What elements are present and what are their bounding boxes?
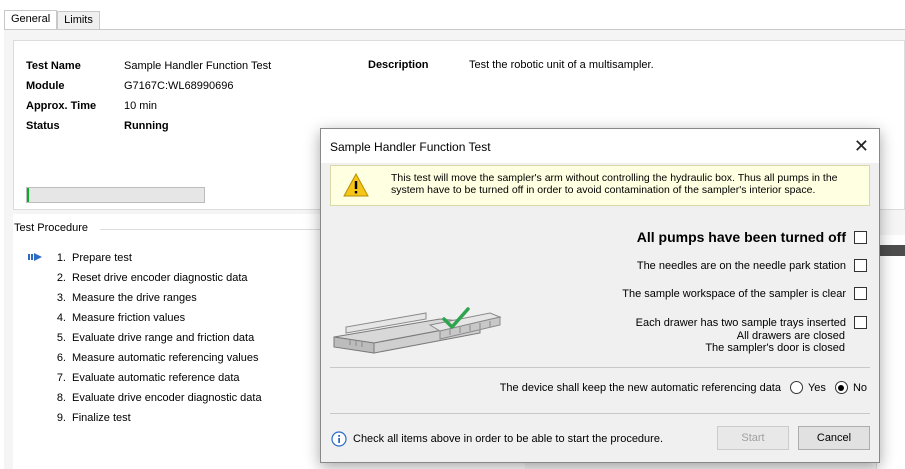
drawer-extra-lines: All drawers are closed The sampler's doo… xyxy=(705,330,845,354)
check-drawers-row: Each drawer has two sample trays inserte… xyxy=(636,316,867,329)
close-icon[interactable]: ✕ xyxy=(854,136,869,157)
check-pumps-checkbox[interactable] xyxy=(854,230,867,244)
door-closed-label: The sampler's door is closed xyxy=(705,342,845,354)
step-number: 4. xyxy=(56,312,66,324)
step-label: Prepare test xyxy=(72,252,132,264)
check-workspace-label: The sample workspace of the sampler is c… xyxy=(622,287,846,300)
step-number: 8. xyxy=(56,392,66,404)
procedure-step: 2. Reset drive encoder diagnostic data xyxy=(28,270,248,286)
step-number: 2. xyxy=(56,272,66,284)
dialog-separator xyxy=(330,413,870,414)
warning-triangle-icon xyxy=(343,173,369,197)
step-label: Measure friction values xyxy=(72,312,186,324)
tab-general[interactable]: General xyxy=(4,10,58,30)
check-needles-checkbox[interactable] xyxy=(854,259,867,272)
check-drawers-checkbox[interactable] xyxy=(854,316,867,329)
drawers-closed-label: All drawers are closed xyxy=(736,330,845,342)
procedure-step: 1. Prepare test xyxy=(28,250,132,266)
dialog-separator xyxy=(330,367,870,368)
procedure-step: 3. Measure the drive ranges xyxy=(28,290,197,306)
step-label: Measure automatic referencing values xyxy=(72,352,259,364)
tab-limits[interactable]: Limits xyxy=(57,11,100,30)
info-icon xyxy=(331,431,347,447)
warning-text: This test will move the sampler's arm wi… xyxy=(391,172,861,196)
referencing-question: The device shall keep the new automatic … xyxy=(499,381,781,394)
yes-label[interactable]: Yes xyxy=(808,382,826,394)
procedure-step: 7. Evaluate automatic reference data xyxy=(28,370,240,386)
module-row: Module G7167C:WL68990696 xyxy=(26,77,233,95)
start-button[interactable]: Start xyxy=(717,426,789,450)
status-label: Status xyxy=(26,120,60,132)
step-number: 5. xyxy=(56,332,66,344)
status-value: Running xyxy=(124,120,169,132)
step-number: 7. xyxy=(56,372,66,384)
status-row: Status Running xyxy=(26,117,169,135)
background-header-strip xyxy=(876,245,905,256)
step-label: Reset drive encoder diagnostic data xyxy=(72,272,248,284)
approx-time-label: Approx. Time xyxy=(26,100,97,112)
check-workspace-row: The sample workspace of the sampler is c… xyxy=(622,287,867,300)
procedure-step: 8. Evaluate drive encoder diagnostic dat… xyxy=(28,390,262,406)
background-side-panel xyxy=(876,235,905,469)
step-number: 9. xyxy=(56,412,66,424)
step-label: Evaluate automatic reference data xyxy=(72,372,240,384)
step-label: Measure the drive ranges xyxy=(72,292,197,304)
procedure-step: 9. Finalize test xyxy=(28,410,131,426)
test-name-row: Test Name Sample Handler Function Test xyxy=(26,57,271,75)
warning-line-2: system have to be turned off in order to… xyxy=(391,184,816,196)
step-label: Evaluate drive encoder diagnostic data xyxy=(72,392,262,404)
yes-radio[interactable] xyxy=(789,381,803,394)
test-name-value: Sample Handler Function Test xyxy=(124,60,272,72)
approx-time-row: Approx. Time 10 min xyxy=(26,97,157,115)
procedure-step: 4. Measure friction values xyxy=(28,310,185,326)
warning-box: This test will move the sampler's arm wi… xyxy=(330,165,870,206)
step-number: 1. xyxy=(56,252,66,264)
footer-hint-text: Check all items above in order to be abl… xyxy=(353,433,664,445)
cancel-button[interactable]: Cancel xyxy=(798,426,870,450)
module-label: Module xyxy=(26,80,65,92)
procedure-step: 6. Measure automatic referencing values xyxy=(28,350,259,366)
step-label: Evaluate drive range and friction data xyxy=(72,332,255,344)
step-number: 6. xyxy=(56,352,66,364)
procedure-step: 5. Evaluate drive range and friction dat… xyxy=(28,330,254,346)
no-radio[interactable] xyxy=(834,381,848,394)
no-label[interactable]: No xyxy=(853,382,867,394)
check-pumps-row: All pumps have been turned off xyxy=(637,229,867,245)
module-value: G7167C:WL68990696 xyxy=(124,80,234,92)
check-needles-label: The needles are on the needle park stati… xyxy=(636,259,846,272)
current-step-arrow-icon xyxy=(28,251,50,266)
dialog-title: Sample Handler Function Test xyxy=(330,140,491,154)
check-pumps-label: All pumps have been turned off xyxy=(636,229,846,245)
step-label: Finalize test xyxy=(72,412,131,424)
warning-line-1: This test will move the sampler's arm wi… xyxy=(391,172,838,184)
referencing-row: The device shall keep the new automatic … xyxy=(500,381,867,394)
approx-time-value: 10 min xyxy=(124,100,158,112)
check-workspace-checkbox[interactable] xyxy=(854,287,867,300)
check-needles-row: The needles are on the needle park stati… xyxy=(637,259,867,272)
procedure-title: Test Procedure xyxy=(14,222,92,234)
description-label: Description xyxy=(368,59,429,71)
sample-tray-illustration xyxy=(333,307,502,354)
footer-hint: Check all items above in order to be abl… xyxy=(331,431,663,447)
tab-bar: General Limits xyxy=(4,10,100,30)
sample-handler-dialog: Sample Handler Function Test ✕ This test… xyxy=(320,128,880,463)
step-number: 3. xyxy=(56,292,66,304)
dialog-titlebar[interactable]: Sample Handler Function Test ✕ xyxy=(321,129,879,163)
description-value: Test the robotic unit of a multisampler. xyxy=(469,59,654,71)
test-name-label: Test Name xyxy=(26,60,81,72)
progress-fill xyxy=(27,188,29,202)
progress-bar xyxy=(26,187,205,203)
check-drawers-label: Each drawer has two sample trays inserte… xyxy=(635,316,846,329)
